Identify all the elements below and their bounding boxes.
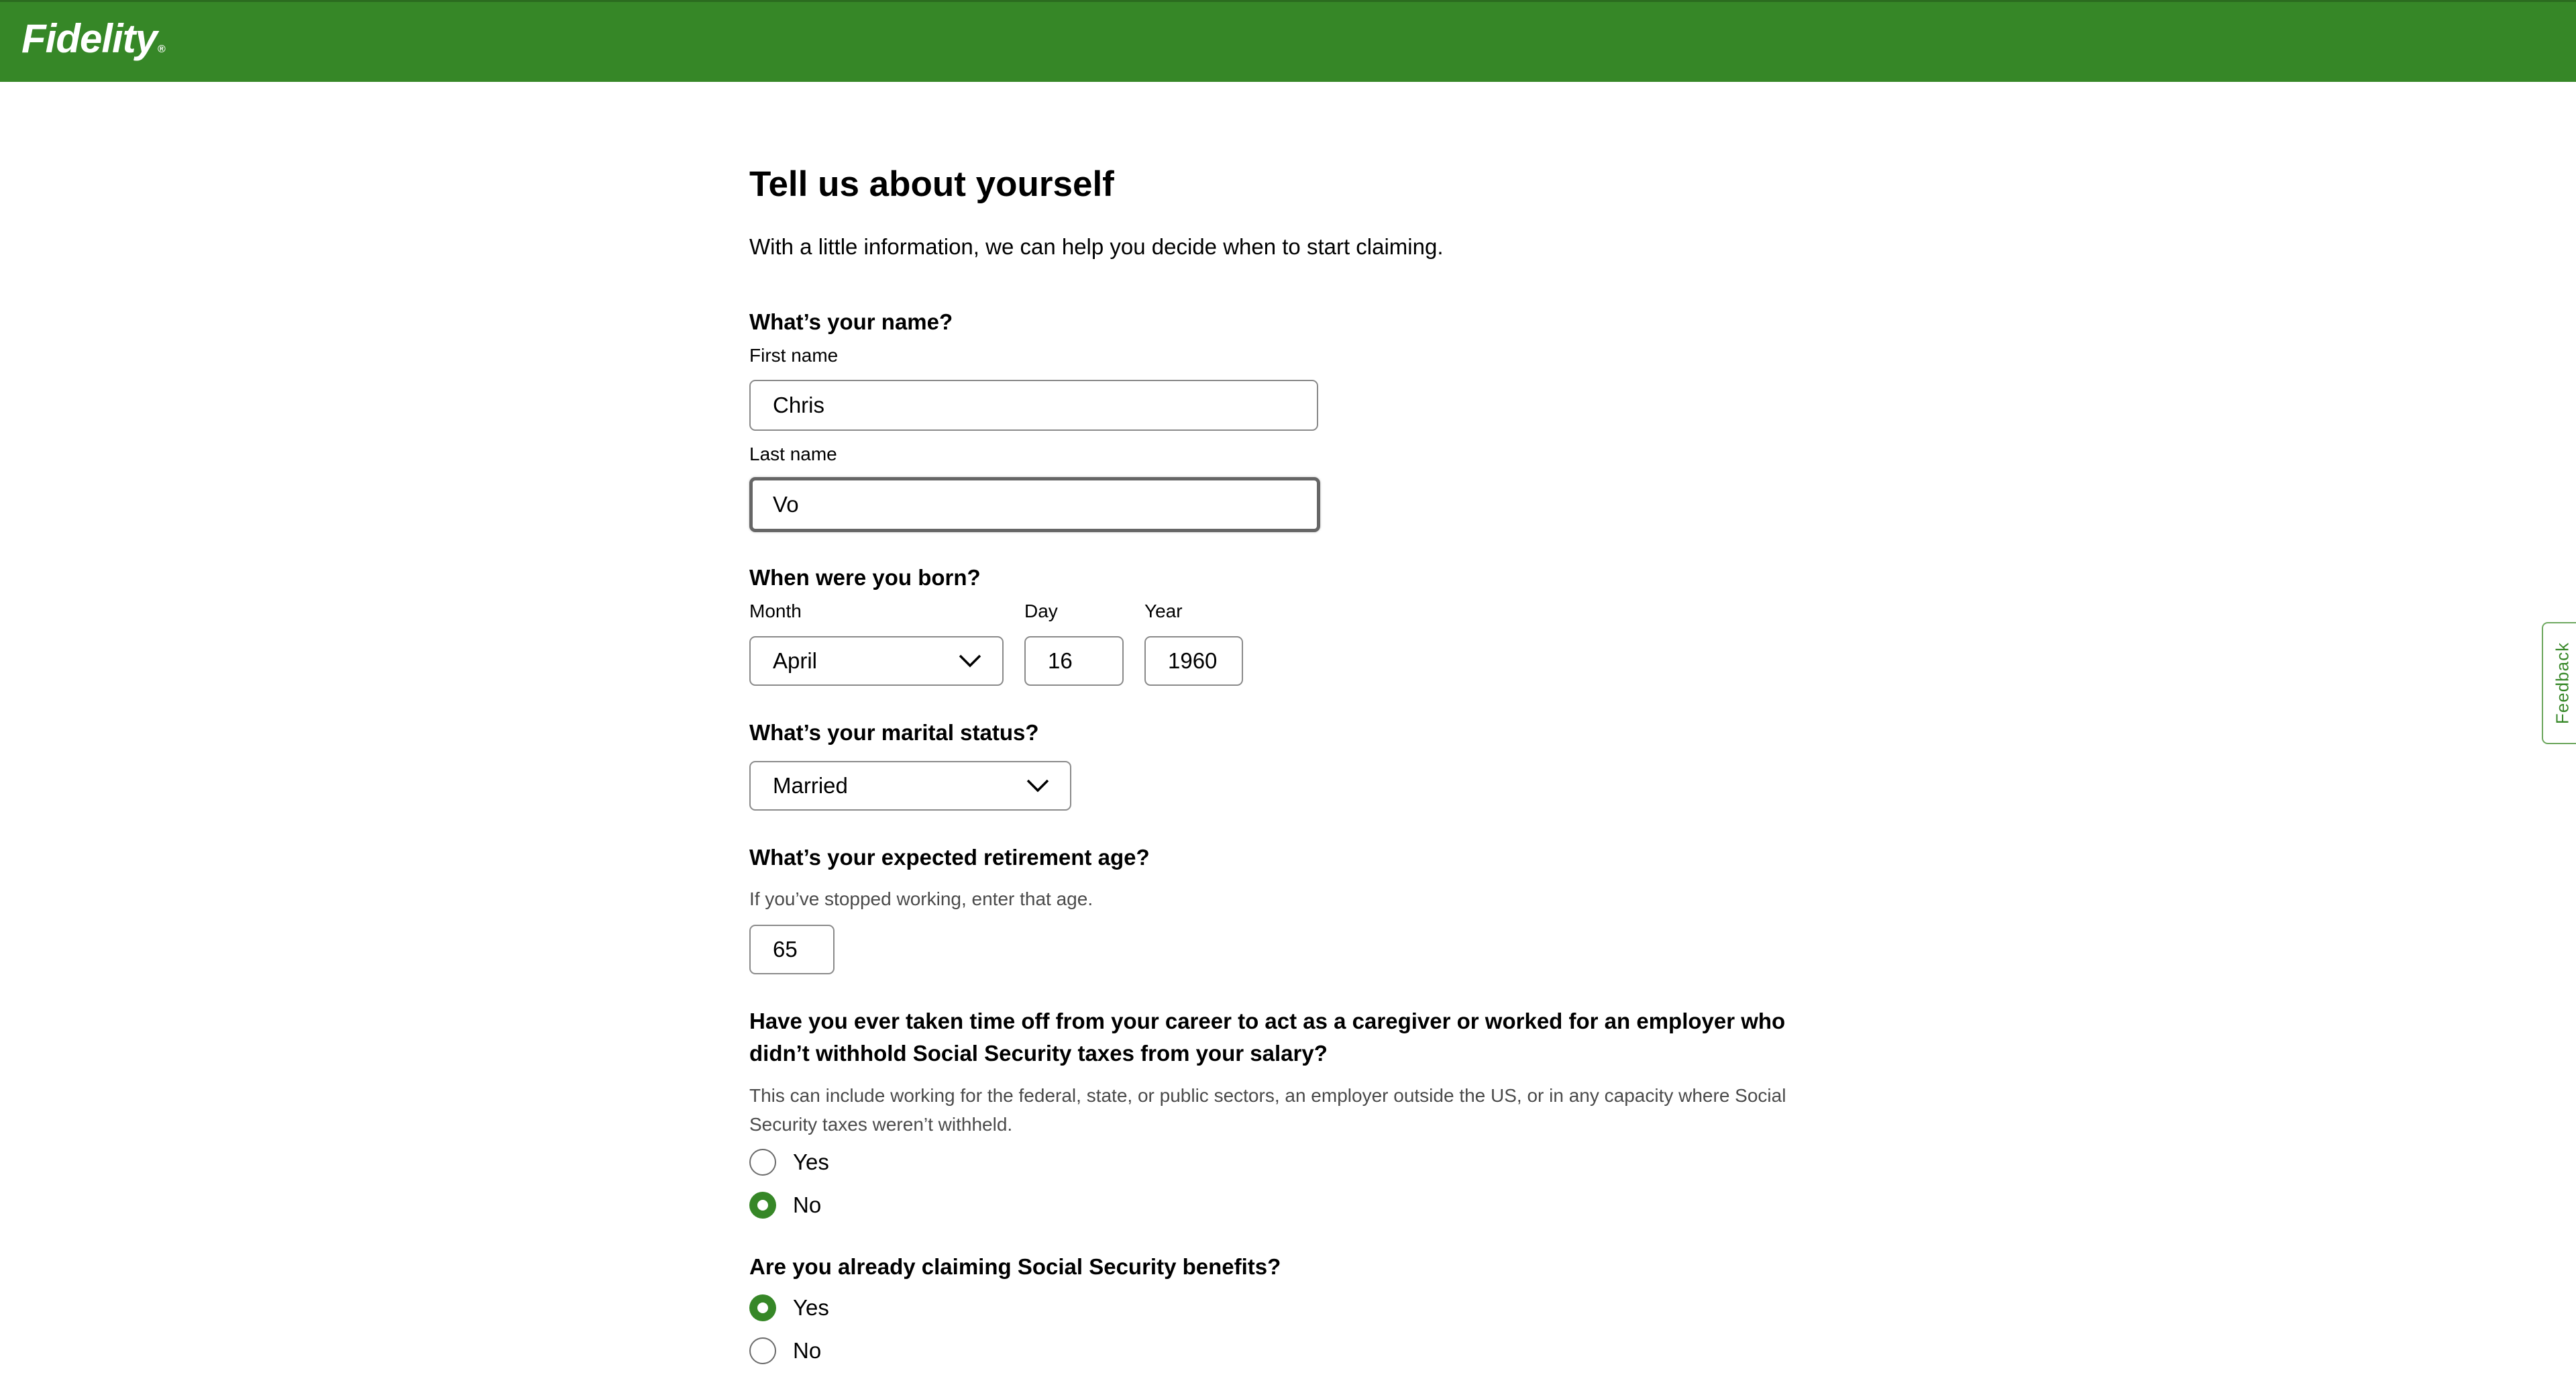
month-label: Month — [749, 601, 802, 621]
first-name-input[interactable]: Chris — [749, 380, 1318, 431]
registered-mark-icon: ® — [158, 44, 166, 55]
feedback-tab[interactable]: Feedback — [2542, 622, 2576, 744]
year-label: Year — [1144, 601, 1183, 621]
month-select[interactable]: April — [749, 636, 1004, 686]
caregiver-hint: This can include working for the federal… — [749, 1085, 1786, 1135]
birth-question: When were you born? — [749, 565, 981, 590]
feedback-label: Feedback — [2552, 642, 2573, 725]
page-subtitle: With a little information, we can help y… — [749, 234, 1444, 259]
year-value: 1960 — [1168, 648, 1218, 673]
retirement-age-question: What’s your expected retirement age? — [749, 845, 1150, 870]
retirement-age-hint: If you’ve stopped working, enter that ag… — [749, 888, 1093, 909]
page-title: Tell us about yourself — [749, 164, 1114, 204]
caregiver-yes-label: Yes — [793, 1149, 829, 1174]
fidelity-logo[interactable]: Fidelity® — [21, 15, 166, 62]
top-header-bar: Fidelity® — [0, 0, 2576, 82]
day-input[interactable]: 16 — [1024, 636, 1124, 686]
retirement-age-value: 65 — [773, 937, 798, 962]
claiming-option-no[interactable]: No — [749, 1337, 821, 1364]
first-name-label: First name — [749, 345, 839, 366]
marital-status-value: Married — [773, 773, 848, 798]
day-value: 16 — [1048, 648, 1073, 673]
caregiver-option-no[interactable]: No — [749, 1192, 821, 1219]
first-name-value: Chris — [773, 393, 825, 417]
claiming-option-yes[interactable]: Yes — [749, 1294, 829, 1321]
day-label: Day — [1024, 601, 1058, 621]
chevron-down-icon — [959, 654, 981, 668]
month-value: April — [773, 648, 818, 673]
radio-unchecked-icon[interactable] — [749, 1337, 776, 1364]
caregiver-option-yes[interactable]: Yes — [749, 1149, 829, 1176]
name-question: What’s your name? — [749, 309, 953, 334]
chevron-down-icon — [1026, 779, 1049, 792]
radio-unchecked-icon[interactable] — [749, 1149, 776, 1176]
last-name-label: Last name — [749, 444, 837, 464]
claiming-question: Are you already claiming Social Security… — [749, 1254, 1281, 1279]
caregiver-question: Have you ever taken time off from your c… — [749, 1009, 1786, 1066]
logo-text: Fidelity — [21, 16, 158, 61]
radio-checked-icon[interactable] — [749, 1294, 776, 1321]
last-name-value: Vo — [773, 492, 799, 517]
radio-checked-icon[interactable] — [749, 1192, 776, 1219]
claiming-yes-label: Yes — [793, 1295, 829, 1320]
claiming-no-label: No — [793, 1338, 822, 1363]
caregiver-no-label: No — [793, 1192, 822, 1217]
marital-question: What’s your marital status? — [749, 720, 1039, 745]
retirement-age-input[interactable]: 65 — [749, 925, 835, 974]
marital-status-select[interactable]: Married — [749, 761, 1071, 811]
year-input[interactable]: 1960 — [1144, 636, 1243, 686]
last-name-input[interactable]: Vo — [749, 477, 1320, 532]
